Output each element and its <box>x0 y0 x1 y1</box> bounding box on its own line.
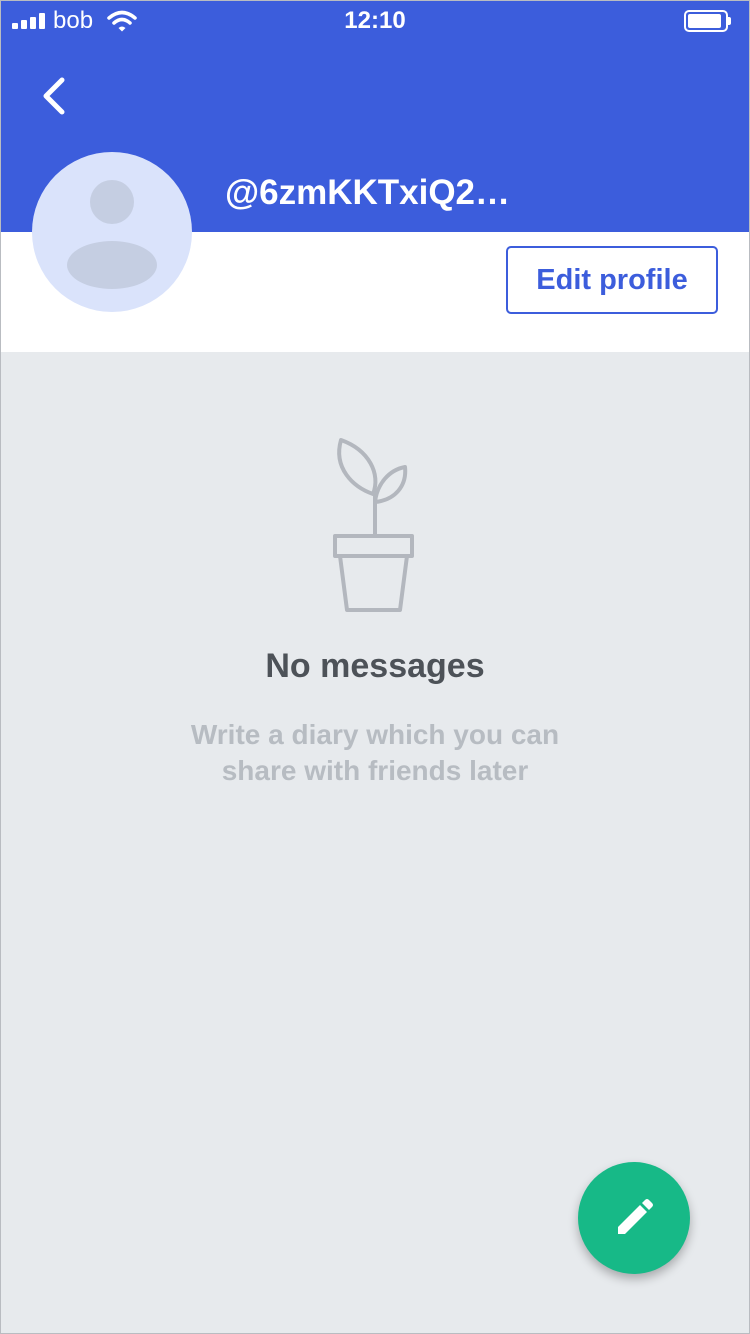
empty-state-description: Write a diary which you can share with f… <box>190 719 560 786</box>
battery-icon <box>684 10 732 32</box>
compose-button[interactable] <box>578 1162 690 1274</box>
pencil-icon <box>618 1199 653 1234</box>
profile-username: @6zmKKTxiQ2… <box>225 173 511 212</box>
user-placeholder-icon <box>67 180 157 289</box>
empty-state-title: No messages <box>265 647 485 685</box>
status-time: 12:10 <box>344 7 406 34</box>
status-bar: bob 12:10 <box>0 0 750 40</box>
avatar[interactable] <box>32 152 192 312</box>
back-button[interactable] <box>24 64 88 128</box>
edit-profile-button[interactable]: Edit profile <box>506 246 718 314</box>
potted-plant-icon <box>333 438 414 612</box>
chevron-left-icon <box>43 77 65 115</box>
